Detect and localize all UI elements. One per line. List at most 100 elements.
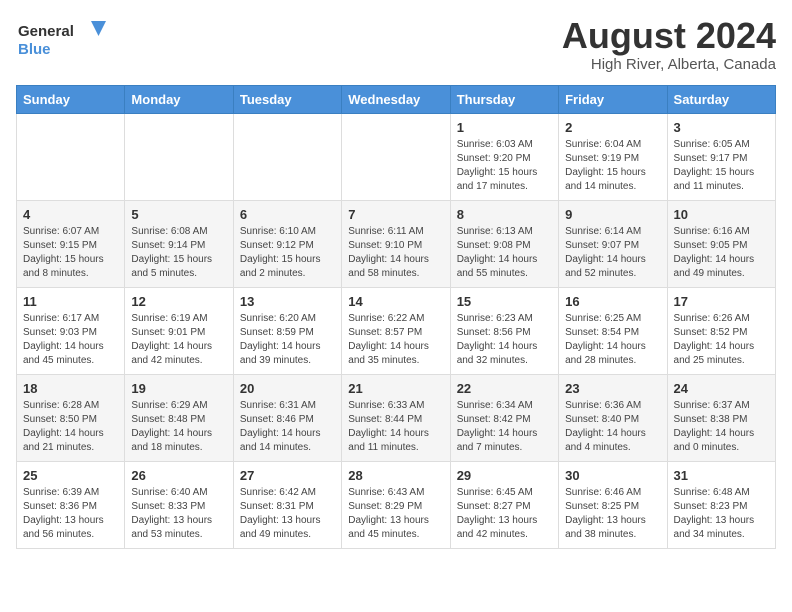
day-cell: 5Sunrise: 6:08 AM Sunset: 9:14 PM Daylig… (125, 200, 233, 287)
day-info: Sunrise: 6:34 AM Sunset: 8:42 PM Dayligh… (457, 399, 552, 455)
day-cell: 12 Sunrise: 6:19 AM Sunset: 9:01 PM Dayli… (125, 287, 233, 374)
day-cell: 3 Sunrise: 6:05 AM Sunset: 9:17 PM Daylig… (667, 113, 775, 200)
day-cell: 23 Sunrise: 6:36 AM Sunset: 8:40 PM Dayli… (559, 374, 667, 461)
day-info: Sunrise: 6:13 AM Sunset: 9:08 PM Dayligh… (457, 225, 552, 281)
day-info: Sunrise: 6:42 AM Sunset: 8:31 PM Dayligh… (240, 486, 335, 542)
day-cell: 13Sunrise: 6:20 AM Sunset: 8:59 PM Dayli… (233, 287, 341, 374)
day-cell: 18 Sunrise: 6:28 AM Sunset: 8:50 PM Dayli… (17, 374, 125, 461)
day-info: Sunrise: 6:03 AM Sunset: 9:20 PM Dayligh… (457, 138, 552, 194)
day-info: Sunrise: 6:04 AM Sunset: 9:19 PM Dayligh… (565, 138, 660, 194)
day-number: 11 (23, 294, 118, 309)
week-row-3: 11Sunrise: 6:17 AM Sunset: 9:03 PM Dayli… (17, 287, 776, 374)
page-header: General Blue August 2024 High River, Alb… (16, 16, 776, 73)
day-info: Sunrise: 6:16 AM Sunset: 9:05 PM Dayligh… (674, 225, 769, 281)
day-cell: 29 Sunrise: 6:45 AM Sunset: 8:27 PM Dayli… (450, 461, 558, 548)
calendar-table: SundayMondayTuesdayWednesdayThursdayFrid… (16, 85, 776, 549)
day-number: 24 (674, 381, 769, 396)
day-info: Sunrise: 6:22 AM Sunset: 8:57 PM Dayligh… (348, 312, 443, 368)
day-info: Sunrise: 6:07 AM Sunset: 9:15 PM Dayligh… (23, 225, 118, 281)
day-number: 9 (565, 207, 660, 222)
day-cell: 17Sunrise: 6:26 AM Sunset: 8:52 PM Dayli… (667, 287, 775, 374)
day-cell: 9Sunrise: 6:14 AM Sunset: 9:07 PM Daylig… (559, 200, 667, 287)
day-number: 23 (565, 381, 660, 396)
weekday-header-saturday: Saturday (667, 85, 775, 113)
week-row-4: 18 Sunrise: 6:28 AM Sunset: 8:50 PM Dayli… (17, 374, 776, 461)
day-cell (342, 113, 450, 200)
day-info: Sunrise: 6:45 AM Sunset: 8:27 PM Dayligh… (457, 486, 552, 542)
day-cell: 1 Sunrise: 6:03 AM Sunset: 9:20 PM Daylig… (450, 113, 558, 200)
month-title: August 2024 (562, 16, 776, 56)
day-number: 19 (131, 381, 226, 396)
day-cell: 6 Sunrise: 6:10 AM Sunset: 9:12 PM Daylig… (233, 200, 341, 287)
day-number: 27 (240, 468, 335, 483)
svg-text:Blue: Blue (18, 41, 51, 58)
title-block: August 2024 High River, Alberta, Canada (562, 16, 776, 73)
weekday-header-sunday: Sunday (17, 85, 125, 113)
day-cell: 24 Sunrise: 6:37 AM Sunset: 8:38 PM Dayli… (667, 374, 775, 461)
day-number: 7 (348, 207, 443, 222)
day-info: Sunrise: 6:36 AM Sunset: 8:40 PM Dayligh… (565, 399, 660, 455)
day-number: 26 (131, 468, 226, 483)
day-info: Sunrise: 6:48 AM Sunset: 8:23 PM Dayligh… (674, 486, 769, 542)
day-number: 17 (674, 294, 769, 309)
day-info: Sunrise: 6:19 AM Sunset: 9:01 PM Dayligh… (131, 312, 226, 368)
day-info: Sunrise: 6:05 AM Sunset: 9:17 PM Dayligh… (674, 138, 769, 194)
day-cell: 27 Sunrise: 6:42 AM Sunset: 8:31 PM Dayli… (233, 461, 341, 548)
day-cell (233, 113, 341, 200)
week-row-2: 4 Sunrise: 6:07 AM Sunset: 9:15 PM Daylig… (17, 200, 776, 287)
day-cell: 2 Sunrise: 6:04 AM Sunset: 9:19 PM Daylig… (559, 113, 667, 200)
day-info: Sunrise: 6:33 AM Sunset: 8:44 PM Dayligh… (348, 399, 443, 455)
day-cell: 31 Sunrise: 6:48 AM Sunset: 8:23 PM Dayli… (667, 461, 775, 548)
day-number: 8 (457, 207, 552, 222)
day-number: 21 (348, 381, 443, 396)
day-number: 3 (674, 120, 769, 135)
day-number: 2 (565, 120, 660, 135)
day-cell: 25 Sunrise: 6:39 AM Sunset: 8:36 PM Dayli… (17, 461, 125, 548)
svg-text:General: General (18, 23, 74, 40)
day-number: 28 (348, 468, 443, 483)
day-number: 15 (457, 294, 552, 309)
weekday-header-monday: Monday (125, 85, 233, 113)
day-number: 22 (457, 381, 552, 396)
weekday-header-wednesday: Wednesday (342, 85, 450, 113)
day-cell: 7Sunrise: 6:11 AM Sunset: 9:10 PM Daylig… (342, 200, 450, 287)
day-number: 1 (457, 120, 552, 135)
day-number: 18 (23, 381, 118, 396)
day-info: Sunrise: 6:46 AM Sunset: 8:25 PM Dayligh… (565, 486, 660, 542)
day-cell: 19 Sunrise: 6:29 AM Sunset: 8:48 PM Dayli… (125, 374, 233, 461)
day-cell: 26Sunrise: 6:40 AM Sunset: 8:33 PM Dayli… (125, 461, 233, 548)
logo: General Blue (16, 16, 106, 61)
day-number: 31 (674, 468, 769, 483)
day-cell: 4 Sunrise: 6:07 AM Sunset: 9:15 PM Daylig… (17, 200, 125, 287)
day-cell: 11Sunrise: 6:17 AM Sunset: 9:03 PM Dayli… (17, 287, 125, 374)
day-info: Sunrise: 6:08 AM Sunset: 9:14 PM Dayligh… (131, 225, 226, 281)
day-info: Sunrise: 6:10 AM Sunset: 9:12 PM Dayligh… (240, 225, 335, 281)
day-cell (125, 113, 233, 200)
day-number: 29 (457, 468, 552, 483)
day-cell: 15 Sunrise: 6:23 AM Sunset: 8:56 PM Dayli… (450, 287, 558, 374)
day-info: Sunrise: 6:23 AM Sunset: 8:56 PM Dayligh… (457, 312, 552, 368)
day-number: 10 (674, 207, 769, 222)
day-cell: 21 Sunrise: 6:33 AM Sunset: 8:44 PM Dayli… (342, 374, 450, 461)
weekday-header-friday: Friday (559, 85, 667, 113)
day-number: 16 (565, 294, 660, 309)
day-cell: 22 Sunrise: 6:34 AM Sunset: 8:42 PM Dayli… (450, 374, 558, 461)
day-cell: 10 Sunrise: 6:16 AM Sunset: 9:05 PM Dayli… (667, 200, 775, 287)
weekday-header-row: SundayMondayTuesdayWednesdayThursdayFrid… (17, 85, 776, 113)
day-info: Sunrise: 6:29 AM Sunset: 8:48 PM Dayligh… (131, 399, 226, 455)
weekday-header-tuesday: Tuesday (233, 85, 341, 113)
day-number: 25 (23, 468, 118, 483)
day-number: 6 (240, 207, 335, 222)
day-number: 4 (23, 207, 118, 222)
day-info: Sunrise: 6:37 AM Sunset: 8:38 PM Dayligh… (674, 399, 769, 455)
day-info: Sunrise: 6:28 AM Sunset: 8:50 PM Dayligh… (23, 399, 118, 455)
day-cell: 30Sunrise: 6:46 AM Sunset: 8:25 PM Dayli… (559, 461, 667, 548)
day-cell (17, 113, 125, 200)
day-cell: 16Sunrise: 6:25 AM Sunset: 8:54 PM Dayli… (559, 287, 667, 374)
day-cell: 8 Sunrise: 6:13 AM Sunset: 9:08 PM Daylig… (450, 200, 558, 287)
logo-svg: General Blue (16, 16, 106, 61)
day-info: Sunrise: 6:43 AM Sunset: 8:29 PM Dayligh… (348, 486, 443, 542)
day-info: Sunrise: 6:39 AM Sunset: 8:36 PM Dayligh… (23, 486, 118, 542)
day-number: 12 (131, 294, 226, 309)
day-number: 13 (240, 294, 335, 309)
